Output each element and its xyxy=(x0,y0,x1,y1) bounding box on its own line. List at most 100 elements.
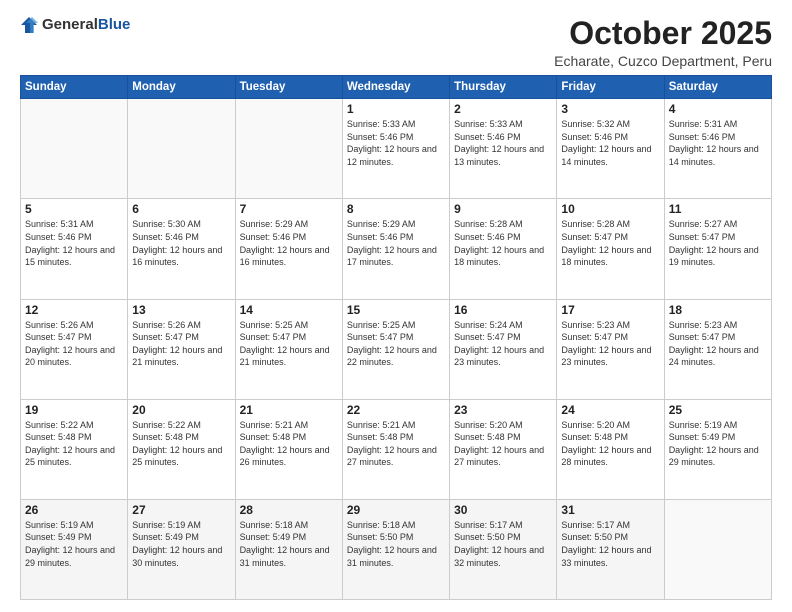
calendar-cell: 30 Sunrise: 5:17 AM Sunset: 5:50 PM Dayli… xyxy=(450,499,557,599)
calendar-cell xyxy=(21,99,128,199)
day-detail: Sunrise: 5:20 AM Sunset: 5:48 PM Dayligh… xyxy=(454,419,552,469)
logo-general: GeneralBlue xyxy=(42,16,130,34)
calendar-cell: 6 Sunrise: 5:30 AM Sunset: 5:46 PM Daylig… xyxy=(128,199,235,299)
day-detail: Sunrise: 5:26 AM Sunset: 5:47 PM Dayligh… xyxy=(132,319,230,369)
day-detail: Sunrise: 5:25 AM Sunset: 5:47 PM Dayligh… xyxy=(347,319,445,369)
day-detail: Sunrise: 5:23 AM Sunset: 5:47 PM Dayligh… xyxy=(669,319,767,369)
day-number: 27 xyxy=(132,503,230,517)
calendar-cell: 4 Sunrise: 5:31 AM Sunset: 5:46 PM Daylig… xyxy=(664,99,771,199)
day-detail: Sunrise: 5:23 AM Sunset: 5:47 PM Dayligh… xyxy=(561,319,659,369)
day-number: 25 xyxy=(669,403,767,417)
day-number: 2 xyxy=(454,102,552,116)
day-number: 1 xyxy=(347,102,445,116)
day-number: 17 xyxy=(561,303,659,317)
day-number: 11 xyxy=(669,202,767,216)
day-detail: Sunrise: 5:32 AM Sunset: 5:46 PM Dayligh… xyxy=(561,118,659,168)
header: GeneralBlue October 2025 Echarate, Cuzco… xyxy=(20,16,772,69)
day-number: 23 xyxy=(454,403,552,417)
day-number: 7 xyxy=(240,202,338,216)
day-detail: Sunrise: 5:19 AM Sunset: 5:49 PM Dayligh… xyxy=(132,519,230,569)
day-number: 15 xyxy=(347,303,445,317)
calendar-cell: 16Sunrise: 5:24 AM Sunset: 5:47 PM Dayli… xyxy=(450,299,557,399)
calendar-cell: 14Sunrise: 5:25 AM Sunset: 5:47 PM Dayli… xyxy=(235,299,342,399)
day-detail: Sunrise: 5:29 AM Sunset: 5:46 PM Dayligh… xyxy=(347,218,445,268)
calendar-cell: 7 Sunrise: 5:29 AM Sunset: 5:46 PM Daylig… xyxy=(235,199,342,299)
calendar-cell: 8 Sunrise: 5:29 AM Sunset: 5:46 PM Daylig… xyxy=(342,199,449,299)
calendar-cell: 13 Sunrise: 5:26 AM Sunset: 5:47 PM Dayli… xyxy=(128,299,235,399)
day-detail: Sunrise: 5:28 AM Sunset: 5:46 PM Dayligh… xyxy=(454,218,552,268)
day-number: 13 xyxy=(132,303,230,317)
day-number: 8 xyxy=(347,202,445,216)
calendar-cell: 27 Sunrise: 5:19 AM Sunset: 5:49 PM Dayli… xyxy=(128,499,235,599)
day-number: 21 xyxy=(240,403,338,417)
weekday-sunday: Sunday xyxy=(21,76,128,99)
weekday-monday: Monday xyxy=(128,76,235,99)
calendar-table: SundayMondayTuesdayWednesdayThursdayFrid… xyxy=(20,75,772,600)
calendar-cell: 20 Sunrise: 5:22 AM Sunset: 5:48 PM Dayli… xyxy=(128,399,235,499)
calendar-cell: 10 Sunrise: 5:28 AM Sunset: 5:47 PM Dayli… xyxy=(557,199,664,299)
calendar-cell xyxy=(664,499,771,599)
day-number: 28 xyxy=(240,503,338,517)
calendar-cell: 25 Sunrise: 5:19 AM Sunset: 5:49 PM Dayli… xyxy=(664,399,771,499)
day-detail: Sunrise: 5:28 AM Sunset: 5:47 PM Dayligh… xyxy=(561,218,659,268)
day-number: 29 xyxy=(347,503,445,517)
day-detail: Sunrise: 5:31 AM Sunset: 5:46 PM Dayligh… xyxy=(25,218,123,268)
day-detail: Sunrise: 5:21 AM Sunset: 5:48 PM Dayligh… xyxy=(240,419,338,469)
calendar-cell: 15 Sunrise: 5:25 AM Sunset: 5:47 PM Dayli… xyxy=(342,299,449,399)
day-number: 4 xyxy=(669,102,767,116)
day-detail: Sunrise: 5:27 AM Sunset: 5:47 PM Dayligh… xyxy=(669,218,767,268)
day-number: 12 xyxy=(25,303,123,317)
day-detail: Sunrise: 5:20 AM Sunset: 5:48 PM Dayligh… xyxy=(561,419,659,469)
calendar-cell: 12 Sunrise: 5:26 AM Sunset: 5:47 PM Dayli… xyxy=(21,299,128,399)
calendar-cell: 26Sunrise: 5:19 AM Sunset: 5:49 PM Dayli… xyxy=(21,499,128,599)
title-block: October 2025 Echarate, Cuzco Department,… xyxy=(554,16,772,69)
day-detail: Sunrise: 5:33 AM Sunset: 5:46 PM Dayligh… xyxy=(347,118,445,168)
day-detail: Sunrise: 5:33 AM Sunset: 5:46 PM Dayligh… xyxy=(454,118,552,168)
weekday-friday: Friday xyxy=(557,76,664,99)
weekday-wednesday: Wednesday xyxy=(342,76,449,99)
day-detail: Sunrise: 5:21 AM Sunset: 5:48 PM Dayligh… xyxy=(347,419,445,469)
location-title: Echarate, Cuzco Department, Peru xyxy=(554,53,772,69)
calendar-cell: 1 Sunrise: 5:33 AM Sunset: 5:46 PM Daylig… xyxy=(342,99,449,199)
day-detail: Sunrise: 5:26 AM Sunset: 5:47 PM Dayligh… xyxy=(25,319,123,369)
day-number: 22 xyxy=(347,403,445,417)
weekday-saturday: Saturday xyxy=(664,76,771,99)
day-detail: Sunrise: 5:29 AM Sunset: 5:46 PM Dayligh… xyxy=(240,218,338,268)
page: GeneralBlue October 2025 Echarate, Cuzco… xyxy=(0,0,792,612)
day-number: 20 xyxy=(132,403,230,417)
day-detail: Sunrise: 5:31 AM Sunset: 5:46 PM Dayligh… xyxy=(669,118,767,168)
day-number: 14 xyxy=(240,303,338,317)
calendar-cell: 19Sunrise: 5:22 AM Sunset: 5:48 PM Dayli… xyxy=(21,399,128,499)
calendar-cell: 21 Sunrise: 5:21 AM Sunset: 5:48 PM Dayli… xyxy=(235,399,342,499)
logo: GeneralBlue xyxy=(20,16,130,34)
calendar-cell: 23 Sunrise: 5:20 AM Sunset: 5:48 PM Dayli… xyxy=(450,399,557,499)
calendar-week-3: 19Sunrise: 5:22 AM Sunset: 5:48 PM Dayli… xyxy=(21,399,772,499)
day-number: 5 xyxy=(25,202,123,216)
calendar-cell: 24 Sunrise: 5:20 AM Sunset: 5:48 PM Dayli… xyxy=(557,399,664,499)
calendar-cell xyxy=(235,99,342,199)
weekday-tuesday: Tuesday xyxy=(235,76,342,99)
day-detail: Sunrise: 5:22 AM Sunset: 5:48 PM Dayligh… xyxy=(132,419,230,469)
calendar-week-4: 26Sunrise: 5:19 AM Sunset: 5:49 PM Dayli… xyxy=(21,499,772,599)
day-detail: Sunrise: 5:17 AM Sunset: 5:50 PM Dayligh… xyxy=(454,519,552,569)
calendar-cell: 22 Sunrise: 5:21 AM Sunset: 5:48 PM Dayli… xyxy=(342,399,449,499)
day-detail: Sunrise: 5:19 AM Sunset: 5:49 PM Dayligh… xyxy=(25,519,123,569)
day-number: 30 xyxy=(454,503,552,517)
calendar-week-2: 12 Sunrise: 5:26 AM Sunset: 5:47 PM Dayli… xyxy=(21,299,772,399)
day-number: 24 xyxy=(561,403,659,417)
day-detail: Sunrise: 5:22 AM Sunset: 5:48 PM Dayligh… xyxy=(25,419,123,469)
day-detail: Sunrise: 5:30 AM Sunset: 5:46 PM Dayligh… xyxy=(132,218,230,268)
calendar-cell: 17 Sunrise: 5:23 AM Sunset: 5:47 PM Dayli… xyxy=(557,299,664,399)
weekday-header-row: SundayMondayTuesdayWednesdayThursdayFrid… xyxy=(21,76,772,99)
month-title: October 2025 xyxy=(554,16,772,51)
day-number: 6 xyxy=(132,202,230,216)
day-number: 10 xyxy=(561,202,659,216)
calendar-cell: 31Sunrise: 5:17 AM Sunset: 5:50 PM Dayli… xyxy=(557,499,664,599)
day-detail: Sunrise: 5:19 AM Sunset: 5:49 PM Dayligh… xyxy=(669,419,767,469)
day-detail: Sunrise: 5:24 AM Sunset: 5:47 PM Dayligh… xyxy=(454,319,552,369)
day-detail: Sunrise: 5:17 AM Sunset: 5:50 PM Dayligh… xyxy=(561,519,659,569)
calendar-cell: 28 Sunrise: 5:18 AM Sunset: 5:49 PM Dayli… xyxy=(235,499,342,599)
day-number: 18 xyxy=(669,303,767,317)
day-number: 9 xyxy=(454,202,552,216)
day-detail: Sunrise: 5:18 AM Sunset: 5:49 PM Dayligh… xyxy=(240,519,338,569)
